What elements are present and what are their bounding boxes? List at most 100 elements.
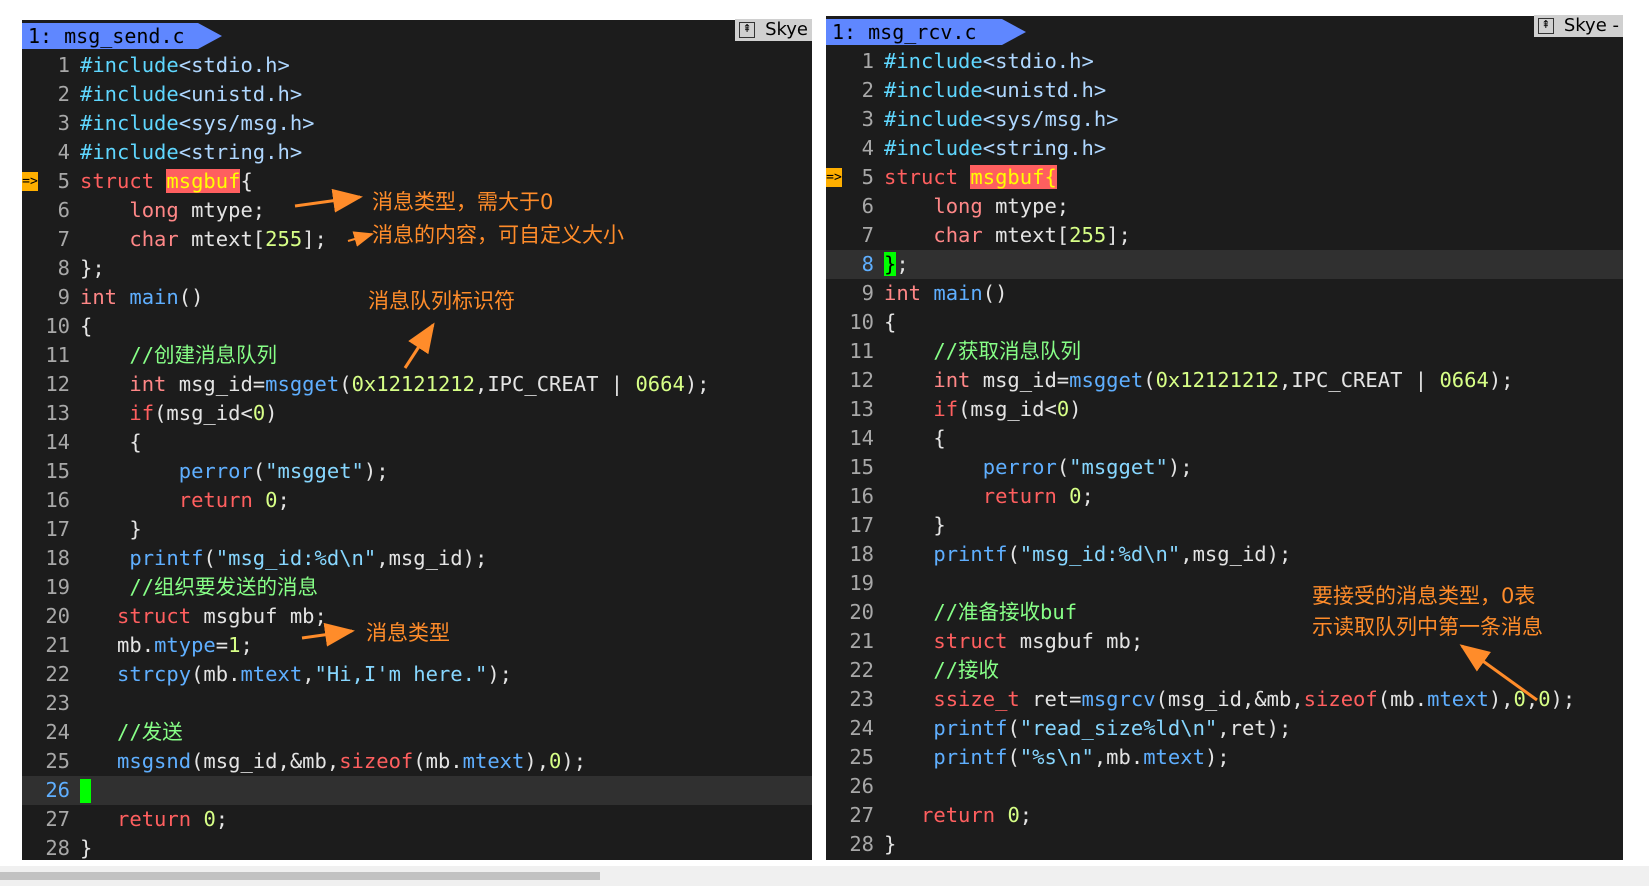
code-line[interactable]: => 5 struct msgbuf{: [826, 163, 1623, 192]
code-token: msgbuf mb;: [1007, 629, 1144, 653]
code-line[interactable]: 15 perror("msgget");: [826, 453, 1623, 482]
code-line[interactable]: 18 printf("msg_id:%d\n",msg_id);: [22, 544, 812, 573]
code-line[interactable]: 13 if(msg_id<0): [826, 395, 1623, 424]
code-line[interactable]: 14 {: [826, 424, 1623, 453]
code-line[interactable]: 22 strcpy(mb.mtext,"Hi,I'm here.");: [22, 660, 812, 689]
code-token: {: [80, 314, 93, 338]
code-token: ,: [302, 662, 315, 686]
code-token: sizeof: [1303, 687, 1378, 711]
code-line[interactable]: 28}: [22, 834, 812, 863]
code-token: msgrcv: [1081, 687, 1156, 711]
line-number: 11: [45, 343, 70, 367]
code-token: mtype;: [178, 198, 266, 222]
code-line[interactable]: 23 ssize_t ret=msgrcv(msg_id,&mb,sizeof(…: [826, 685, 1623, 714]
code-line[interactable]: 7 char mtext[255];: [826, 221, 1623, 250]
code-line[interactable]: 10 {: [22, 312, 812, 341]
code-line[interactable]: 4 #include<string.h>: [22, 138, 812, 167]
code-line[interactable]: 17 }: [22, 515, 812, 544]
code-token: ,mb.: [1093, 745, 1144, 769]
code-line[interactable]: 3 #include<sys/msg.h>: [22, 109, 812, 138]
code-area[interactable]: 1 #include<stdio.h> 2 #include<unistd.h> 3 #i…: [826, 47, 1623, 859]
code-line[interactable]: 22 //接收: [826, 656, 1623, 685]
breakpoint-sign-icon[interactable]: =>: [22, 172, 38, 191]
code-token: printf: [129, 546, 204, 570]
tagbar-header[interactable]: ⇞ Skye: [735, 19, 812, 41]
code-area[interactable]: 1 #include<stdio.h> 2 #include<unistd.h> 3 #i…: [22, 51, 812, 863]
breakpoint-sign-icon[interactable]: =>: [826, 168, 842, 187]
code-line[interactable]: 24 printf("read_size%ld\n",ret);: [826, 714, 1623, 743]
code-line[interactable]: 8};: [22, 254, 812, 283]
line-number: 14: [45, 430, 70, 454]
code-token: #include: [884, 49, 983, 73]
code-line[interactable]: 27 return 0;: [22, 805, 812, 834]
code-line[interactable]: 26: [826, 772, 1623, 801]
code-line[interactable]: 12 int msg_id=msgget(0x12121212,IPC_CREA…: [22, 370, 812, 399]
code-line[interactable]: 4 #include<string.h>: [826, 134, 1623, 163]
code-token: mtext: [1143, 745, 1205, 769]
code-token: mtext: [1427, 687, 1489, 711]
code-line[interactable]: 2 #include<unistd.h>: [826, 76, 1623, 105]
line-number: 28: [45, 836, 70, 860]
line-number: 25: [45, 749, 70, 773]
code-line[interactable]: 17 }: [826, 511, 1623, 540]
code-token: (mb.: [191, 662, 241, 686]
code-line[interactable]: 1 #include<stdio.h>: [22, 51, 812, 80]
code-token: mtext[: [178, 227, 266, 251]
code-line[interactable]: 28}: [826, 830, 1623, 859]
code-line[interactable]: 14 {: [22, 428, 812, 457]
tab-msg-send[interactable]: 1: msg_send.c: [22, 23, 222, 49]
code-token: {: [884, 310, 897, 334]
code-token: struct: [80, 169, 167, 193]
code-token: return: [178, 488, 253, 512]
code-line[interactable]: 6 long mtype;: [826, 192, 1623, 221]
code-line[interactable]: 16 return 0;: [22, 486, 812, 515]
scrollbar-thumb[interactable]: [0, 872, 600, 880]
code-token: ;: [277, 488, 290, 512]
annotation-recv-type-1: 要接受的消息类型，0表: [1312, 584, 1536, 608]
code-line[interactable]: 1 #include<stdio.h>: [826, 47, 1623, 76]
code-line[interactable]: 24 //发送: [22, 718, 812, 747]
code-line[interactable]: 16 return 0;: [826, 482, 1623, 511]
code-line[interactable]: 25 printf("%s\n",mb.mtext);: [826, 743, 1623, 772]
code-line[interactable]: 19 //组织要发送的消息: [22, 573, 812, 602]
code-token: (: [1007, 716, 1020, 740]
code-line[interactable]: 10 {: [826, 308, 1623, 337]
code-line[interactable]: 11 //创建消息队列: [22, 341, 812, 370]
code-line[interactable]: 13 if(msg_id<0): [22, 399, 812, 428]
code-token: (): [982, 281, 1008, 305]
code-line[interactable]: 25 msgsnd(msg_id,&mb,sizeof(mb.mtext),0)…: [22, 747, 812, 776]
code-line[interactable]: 15 perror("msgget");: [22, 457, 812, 486]
code-token: msg_id=: [166, 372, 266, 396]
code-line[interactable]: 11 //获取消息队列: [826, 337, 1623, 366]
code-line[interactable]: 12 int msg_id=msgget(0x12121212,IPC_CREA…: [826, 366, 1623, 395]
code-token: ret=: [1019, 687, 1082, 711]
code-line[interactable]: 9 int main(): [826, 279, 1623, 308]
line-number: 27: [849, 803, 874, 827]
code-line[interactable]: 8};: [826, 250, 1623, 279]
code-line[interactable]: 23: [22, 689, 812, 718]
horizontal-scrollbar[interactable]: [0, 866, 1649, 886]
code-token: mtext: [462, 749, 525, 773]
code-line[interactable]: 26: [22, 776, 812, 805]
tab-msg-rcv[interactable]: 1: msg_rcv.c: [826, 19, 1026, 45]
line-number: 2: [57, 82, 70, 106]
code-token: 0: [252, 401, 266, 425]
pin-icon: ⇞: [739, 22, 756, 38]
code-token: msg_id=: [970, 368, 1070, 392]
code-line[interactable]: 27 return 0;: [826, 801, 1623, 830]
tagbar-header[interactable]: ⇞ Skye -: [1533, 15, 1623, 37]
code-token: (: [339, 372, 352, 396]
code-token: }: [884, 252, 897, 276]
code-line[interactable]: 2 #include<unistd.h>: [22, 80, 812, 109]
line-number: 9: [861, 281, 874, 305]
code-line[interactable]: 3 #include<sys/msg.h>: [826, 105, 1623, 134]
code-line[interactable]: 18 printf("msg_id:%d\n",msg_id);: [826, 540, 1623, 569]
code-token: printf: [933, 542, 1008, 566]
